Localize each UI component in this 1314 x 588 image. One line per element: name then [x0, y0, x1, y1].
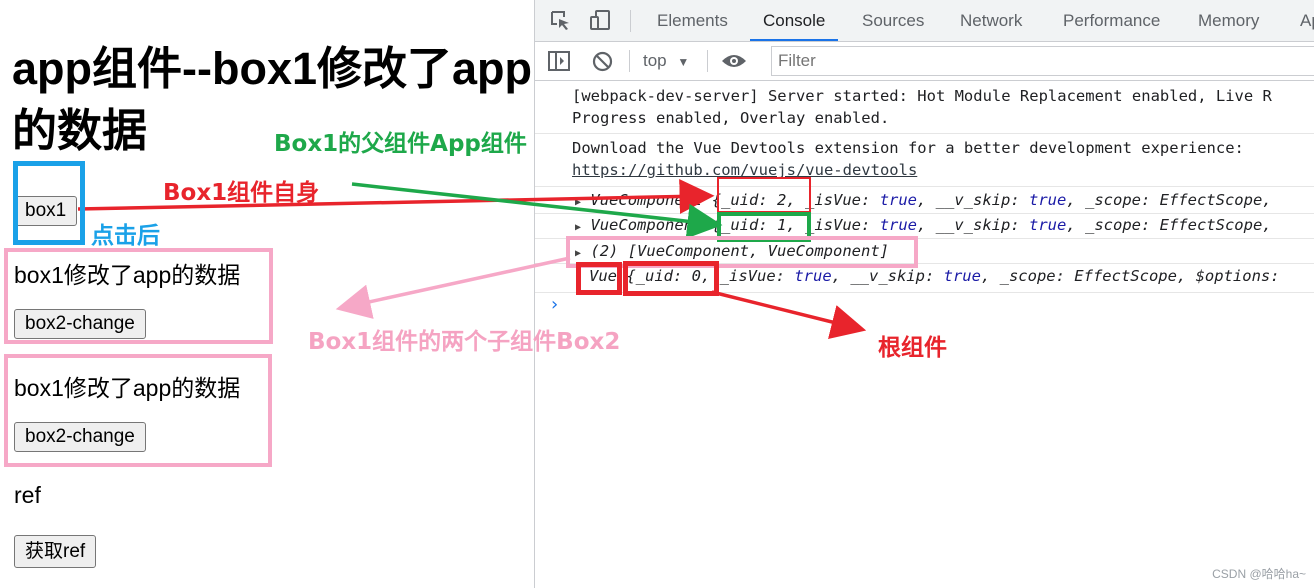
device-toolbar-icon[interactable] — [589, 9, 611, 31]
expand-triangle-icon[interactable]: ▶ — [575, 197, 581, 208]
highlight-uid-0 — [623, 261, 719, 296]
annotation-parent-app: Box1的父组件App组件 — [274, 131, 527, 157]
highlight-box1-button — [13, 161, 85, 245]
devtools-tab-bar: Elements Console Sources Network Perform… — [535, 0, 1314, 42]
console-message-devtools: Download the Vue Devtools extension for … — [535, 134, 1314, 187]
context-selector[interactable]: top ▼ — [643, 42, 689, 80]
highlight-vue-type — [576, 262, 622, 295]
console-text: Download the Vue Devtools extension for … — [572, 139, 1244, 157]
annotation-after-click: 点击后 — [91, 223, 160, 249]
object-type: VueComponent — [590, 191, 703, 209]
highlight-box2-b — [4, 354, 272, 467]
tab-memory[interactable]: Memory — [1198, 0, 1259, 41]
toolbar-separator — [629, 50, 630, 72]
highlight-box2-a — [4, 248, 273, 344]
inspect-element-icon[interactable] — [549, 9, 571, 31]
annotation-root: 根组件 — [878, 335, 947, 361]
toolbar-separator-2 — [707, 50, 708, 72]
tab-elements[interactable]: Elements — [657, 0, 728, 41]
tab-separator — [630, 10, 631, 32]
ref-label: ref — [14, 482, 41, 508]
clear-console-icon[interactable] — [592, 51, 613, 76]
annotation-box1-self: Box1组件自身 — [163, 180, 320, 206]
console-toolbar: top ▼ — [535, 42, 1314, 81]
tab-performance[interactable]: Performance — [1063, 0, 1160, 41]
console-row-box1[interactable]: ▶ VueComponent {_uid: 2, _isVue: true, _… — [535, 187, 1314, 214]
dropdown-arrow-icon: ▼ — [677, 55, 690, 69]
highlight-uid-2 — [717, 177, 811, 213]
tab-sources[interactable]: Sources — [862, 0, 924, 41]
tab-console[interactable]: Console — [750, 0, 839, 41]
expand-triangle-icon[interactable]: ▶ — [575, 222, 581, 233]
console-message-webpack: [webpack-dev-server] Server started: Hot… — [535, 81, 1314, 134]
console-text: [webpack-dev-server] Server started: Hot… — [572, 87, 1272, 105]
console-prompt-icon[interactable]: › — [549, 294, 560, 315]
watermark: CSDN @哈哈ha~ — [1212, 567, 1306, 581]
object-type: VueComponent — [590, 216, 703, 234]
annotation-two-children: Box1组件的两个子组件Box2 — [308, 329, 621, 355]
tab-application[interactable]: Ap — [1300, 0, 1314, 41]
sidebar-toggle-icon[interactable] — [548, 51, 570, 75]
console-text: Progress enabled, Overlay enabled. — [572, 109, 890, 127]
tab-network[interactable]: Network — [960, 0, 1022, 41]
console-filter-input[interactable] — [771, 46, 1314, 76]
context-selector-label: top — [643, 51, 667, 70]
get-ref-button[interactable]: 获取ref — [14, 535, 97, 568]
live-expression-eye-icon[interactable] — [721, 53, 747, 73]
